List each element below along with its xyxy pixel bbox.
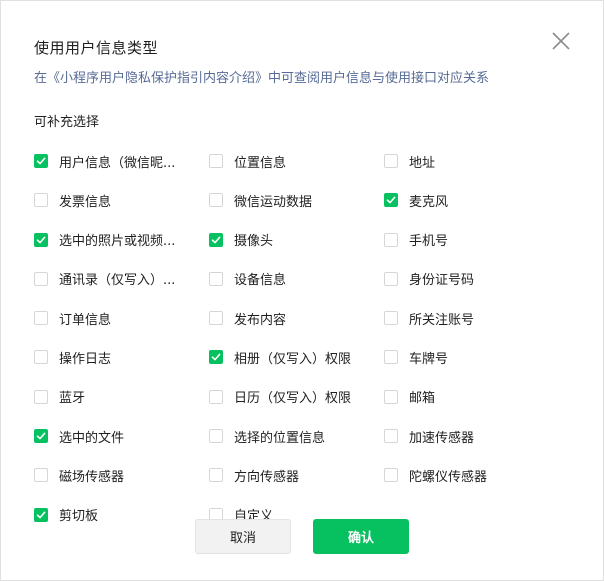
- checkbox-unchecked[interactable]: [209, 271, 223, 286]
- option-item[interactable]: 磁场传感器: [34, 463, 209, 487]
- dialog-footer: 取消 确认: [1, 519, 604, 559]
- checkbox-unchecked[interactable]: [384, 232, 398, 247]
- option-item[interactable]: 身份证号码: [384, 267, 574, 291]
- option-item[interactable]: 微信运动数据: [209, 188, 384, 212]
- option-label: 相册（仅写入）权限: [234, 351, 352, 367]
- option-label: 麦克风: [409, 194, 449, 210]
- checkbox-checked[interactable]: [34, 232, 48, 247]
- option-item[interactable]: 地址: [384, 149, 574, 173]
- option-item[interactable]: 位置信息: [209, 149, 384, 173]
- dialog-title: 使用用户信息类型: [34, 39, 159, 57]
- privacy-info-type-dialog: 使用用户信息类型 在《小程序用户隐私保护指引内容介绍》中可查阅用户信息与使用接口…: [0, 0, 604, 581]
- close-icon[interactable]: [549, 29, 573, 53]
- checkbox-unchecked[interactable]: [209, 193, 223, 208]
- options-grid: 用户信息（微信昵... 位置信息 地址发票信息 微信运动数据 麦克风选中的照片或视频..…: [34, 149, 574, 542]
- option-label: 设备信息: [234, 273, 287, 289]
- option-item[interactable]: 操作日志: [34, 345, 209, 369]
- option-label: 摄像头: [234, 234, 274, 250]
- option-item[interactable]: 发布内容: [209, 306, 384, 330]
- checkbox-checked[interactable]: [209, 232, 223, 247]
- checkmark-icon: [211, 236, 221, 243]
- option-item[interactable]: 设备信息: [209, 267, 384, 291]
- option-item[interactable]: 车牌号: [384, 345, 574, 369]
- option-label: 手机号: [409, 234, 449, 250]
- option-label: 发布内容: [234, 312, 287, 328]
- option-label: 通讯录（仅写入）...: [59, 273, 176, 289]
- option-label: 订单信息: [59, 312, 112, 328]
- option-item[interactable]: 麦克风: [384, 188, 574, 212]
- description-prefix: 在: [34, 71, 48, 86]
- option-label: 方向传感器: [234, 469, 300, 485]
- checkbox-unchecked[interactable]: [384, 389, 398, 404]
- checkmark-icon: [36, 236, 46, 243]
- option-label: 微信运动数据: [234, 194, 313, 210]
- checkbox-unchecked[interactable]: [384, 429, 398, 444]
- checkbox-checked[interactable]: [34, 154, 48, 168]
- option-item[interactable]: 相册（仅写入）权限: [209, 345, 384, 369]
- option-item[interactable]: 加速传感器: [384, 424, 574, 448]
- option-item[interactable]: 选中的文件: [34, 424, 209, 448]
- section-label: 可补充选择: [34, 115, 100, 130]
- checkbox-checked[interactable]: [34, 429, 48, 444]
- option-item[interactable]: 发票信息: [34, 188, 209, 212]
- option-item[interactable]: 选择的位置信息: [209, 424, 384, 448]
- checkbox-unchecked[interactable]: [209, 154, 223, 168]
- option-label: 地址: [409, 155, 436, 171]
- option-label: 所关注账号: [409, 312, 475, 328]
- checkmark-icon: [211, 354, 221, 361]
- option-label: 加速传感器: [409, 430, 475, 446]
- option-item[interactable]: 邮箱: [384, 385, 574, 409]
- option-item[interactable]: 选中的照片或视频...: [34, 228, 209, 252]
- checkbox-checked[interactable]: [209, 350, 223, 365]
- option-label: 邮箱: [409, 391, 436, 407]
- checkbox-unchecked[interactable]: [384, 468, 398, 483]
- checkbox-unchecked[interactable]: [209, 468, 223, 483]
- privacy-guide-link[interactable]: 《小程序用户隐私保护指引内容介绍》: [47, 71, 268, 86]
- option-item[interactable]: 日历（仅写入）权限: [209, 385, 384, 409]
- checkbox-checked[interactable]: [384, 193, 398, 208]
- checkmark-icon: [36, 157, 46, 165]
- option-label: 陀螺仪传感器: [409, 469, 488, 485]
- checkmark-icon: [36, 432, 46, 440]
- option-item[interactable]: 所关注账号: [384, 306, 574, 330]
- option-label: 操作日志: [59, 351, 112, 367]
- checkbox-unchecked[interactable]: [34, 468, 48, 483]
- option-item[interactable]: 通讯录（仅写入）...: [34, 267, 209, 291]
- checkbox-unchecked[interactable]: [209, 429, 223, 444]
- option-label: 车牌号: [409, 351, 449, 367]
- checkbox-unchecked[interactable]: [34, 271, 48, 286]
- option-label: 选中的照片或视频...: [59, 234, 176, 250]
- option-label: 蓝牙: [59, 391, 86, 407]
- dialog-description: 在《小程序用户隐私保护指引内容介绍》中可查阅用户信息与使用接口对应关系: [34, 67, 489, 86]
- checkbox-unchecked[interactable]: [209, 389, 223, 404]
- checkbox-unchecked[interactable]: [34, 389, 48, 404]
- checkmark-icon: [386, 196, 396, 204]
- option-label: 身份证号码: [409, 273, 475, 289]
- cancel-button[interactable]: 取消: [195, 519, 291, 554]
- option-item[interactable]: 陀螺仪传感器: [384, 463, 574, 487]
- checkbox-unchecked[interactable]: [384, 154, 398, 168]
- option-item[interactable]: 方向传感器: [209, 463, 384, 487]
- option-item[interactable]: 用户信息（微信昵...: [34, 149, 209, 173]
- option-label: 位置信息: [234, 155, 287, 171]
- option-label: 选中的文件: [59, 430, 125, 446]
- option-label: 发票信息: [59, 194, 112, 210]
- confirm-button[interactable]: 确认: [313, 519, 409, 554]
- checkbox-unchecked[interactable]: [384, 350, 398, 365]
- option-item[interactable]: 订单信息: [34, 306, 209, 330]
- checkbox-unchecked[interactable]: [34, 311, 48, 326]
- option-label: 磁场传感器: [59, 469, 125, 485]
- option-item[interactable]: 手机号: [384, 228, 574, 252]
- checkbox-unchecked[interactable]: [34, 350, 48, 365]
- checkbox-unchecked[interactable]: [209, 311, 223, 326]
- checkbox-unchecked[interactable]: [384, 311, 398, 326]
- description-suffix: 中可查阅用户信息与使用接口对应关系: [268, 71, 490, 86]
- option-item[interactable]: 蓝牙: [34, 385, 209, 409]
- option-item[interactable]: 摄像头: [209, 228, 384, 252]
- option-label: 用户信息（微信昵...: [59, 155, 176, 171]
- checkbox-unchecked[interactable]: [384, 271, 398, 286]
- checkbox-unchecked[interactable]: [34, 193, 48, 208]
- option-label: 日历（仅写入）权限: [234, 391, 352, 407]
- option-label: 选择的位置信息: [234, 430, 326, 446]
